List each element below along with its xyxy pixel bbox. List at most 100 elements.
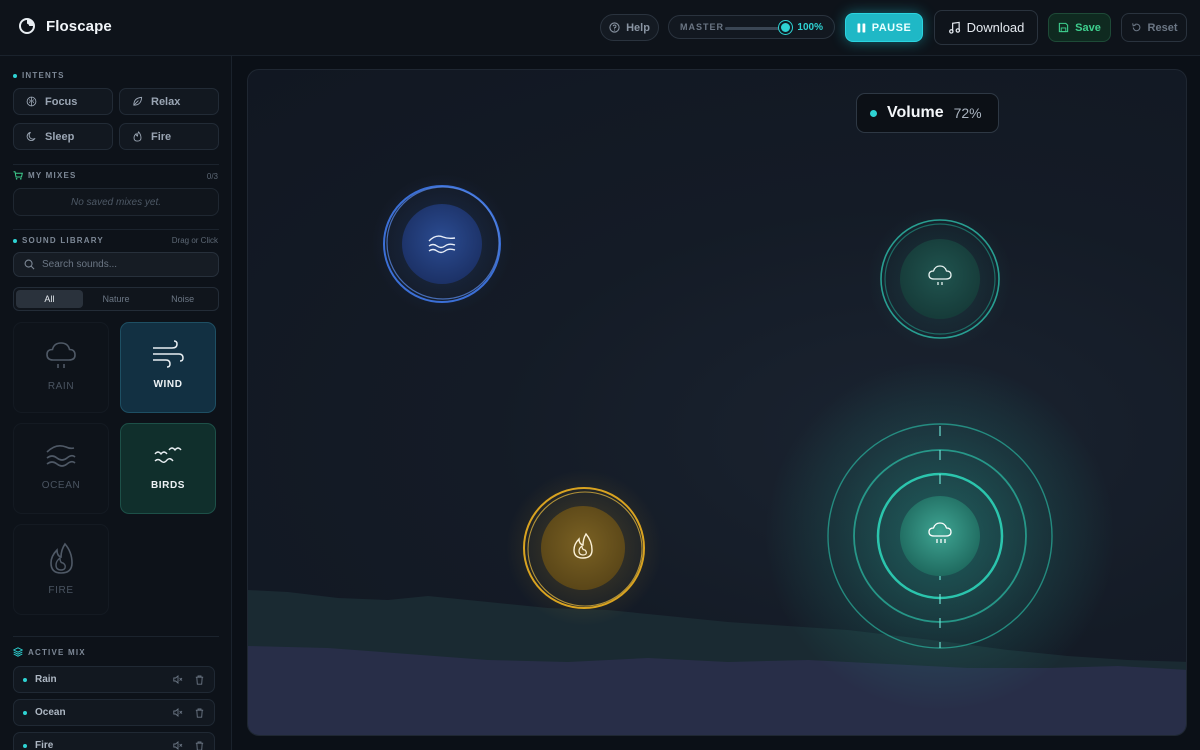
intent-label: Focus [45,95,78,108]
active-dot [23,677,27,682]
brain-icon [26,96,37,107]
sound-card-fire[interactable]: FIRE [13,524,109,615]
intent-label: Relax [151,95,181,108]
sound-card-label: OCEAN [41,480,81,491]
flame-icon [133,131,142,142]
master-label: MASTER [680,22,724,32]
fire-node[interactable] [506,470,662,626]
sound-card-rain[interactable]: RAIN [13,322,109,413]
volume-indicator-dot [870,109,877,117]
sound-card-label: BIRDS [150,480,186,491]
canvas-stage [248,174,1186,735]
download-label: Download [966,20,1025,35]
intent-relax-button[interactable]: Relax [119,88,219,115]
top-bar: Floscape Help MASTER 100% PAUSE Download… [0,0,1200,56]
music-note-icon [948,21,960,34]
mute-icon[interactable] [173,708,183,717]
save-icon [1058,22,1069,33]
storm-node[interactable] [765,361,1115,711]
save-button[interactable]: Save [1048,13,1111,42]
accent-dot [13,238,17,243]
active-mix-heading: ACTIVE MIX [13,647,86,657]
sound-library-heading: SOUND LIBRARY [13,236,104,245]
floscape-logo-icon [19,18,35,34]
help-circle-icon [609,22,620,33]
master-slider-knob[interactable] [779,21,792,34]
tab-noise[interactable]: Noise [149,290,216,308]
trash-icon[interactable] [195,675,204,685]
my-mixes-title: MY MIXES [28,171,77,180]
intent-focus-button[interactable]: Focus [13,88,113,115]
sound-card-label: FIRE [48,585,74,596]
sound-filter-tabs: All Nature Noise [13,287,219,311]
sound-card-birds[interactable]: BIRDS [120,423,216,514]
tab-nature[interactable]: Nature [83,290,150,308]
master-value: 100% [797,22,823,33]
sound-card-label: RAIN [47,381,75,392]
sound-search[interactable] [13,252,219,277]
my-mixes-heading: MY MIXES [13,171,77,180]
active-mix-row-rain[interactable]: Rain [13,666,215,693]
mix-row-label: Ocean [35,707,66,718]
divider [13,164,219,165]
pause-label: PAUSE [871,21,912,34]
divider [13,636,219,637]
sound-card-wind[interactable]: WIND [120,322,216,413]
download-button[interactable]: Download [934,10,1038,45]
flame-icon [50,542,73,574]
mixes-count: 0/3 [206,172,218,181]
drag-hint: Drag or Click [171,236,218,245]
app-title: Floscape [46,17,112,35]
intents-heading: INTENTS [13,71,65,80]
intent-sleep-button[interactable]: Sleep [13,123,113,150]
mixes-empty-state: No saved mixes yet. [13,188,219,216]
help-button[interactable]: Help [600,14,659,41]
sidebar: INTENTS Focus Relax Sleep Fire MY MIXES … [0,56,232,750]
birds-icon [154,447,182,463]
accent-dot [13,73,17,78]
mute-icon[interactable] [173,741,183,750]
volume-label: Volume [887,104,944,121]
trash-icon[interactable] [195,741,204,750]
active-mix-title: ACTIVE MIX [28,647,86,657]
waves-icon [46,445,76,467]
volume-value: 72% [953,105,982,121]
intents-title: INTENTS [22,71,65,80]
reset-label: Reset [1147,21,1178,34]
tab-all[interactable]: All [16,290,83,308]
intent-label: Fire [151,130,172,143]
sound-card-ocean[interactable]: OCEAN [13,423,109,514]
layers-icon [13,647,23,657]
ocean-node[interactable] [372,174,512,314]
active-dot [23,743,27,748]
search-icon [24,259,35,270]
reset-button[interactable]: Reset [1121,13,1187,42]
divider [13,229,219,230]
trash-icon[interactable] [195,708,204,718]
wind-icon [153,340,184,368]
cart-icon [13,171,23,180]
help-label: Help [626,21,650,34]
active-dot [23,710,27,715]
brand[interactable]: Floscape [18,17,112,35]
moon-icon [26,131,36,141]
leaf-icon [133,96,143,106]
sound-library-title: SOUND LIBRARY [22,236,104,245]
master-volume[interactable]: MASTER 100% [668,15,835,39]
active-mix-row-fire[interactable]: Fire [13,732,215,750]
soundscape-canvas[interactable]: Volume 72% [247,69,1187,736]
reset-icon [1131,23,1140,32]
sound-search-input[interactable] [42,259,212,270]
cloud-rain-icon [46,342,76,368]
sound-card-label: WIND [153,379,183,390]
intent-fire-button[interactable]: Fire [119,123,219,150]
pause-button[interactable]: PAUSE [845,13,923,42]
active-mix-row-ocean[interactable]: Ocean [13,699,215,726]
mix-row-label: Rain [35,674,57,685]
rain-node[interactable] [868,207,1012,351]
volume-tooltip: Volume 72% [856,93,999,133]
pause-icon [857,23,866,32]
mix-row-label: Fire [35,740,54,750]
mute-icon[interactable] [173,675,183,684]
save-label: Save [1075,21,1101,34]
